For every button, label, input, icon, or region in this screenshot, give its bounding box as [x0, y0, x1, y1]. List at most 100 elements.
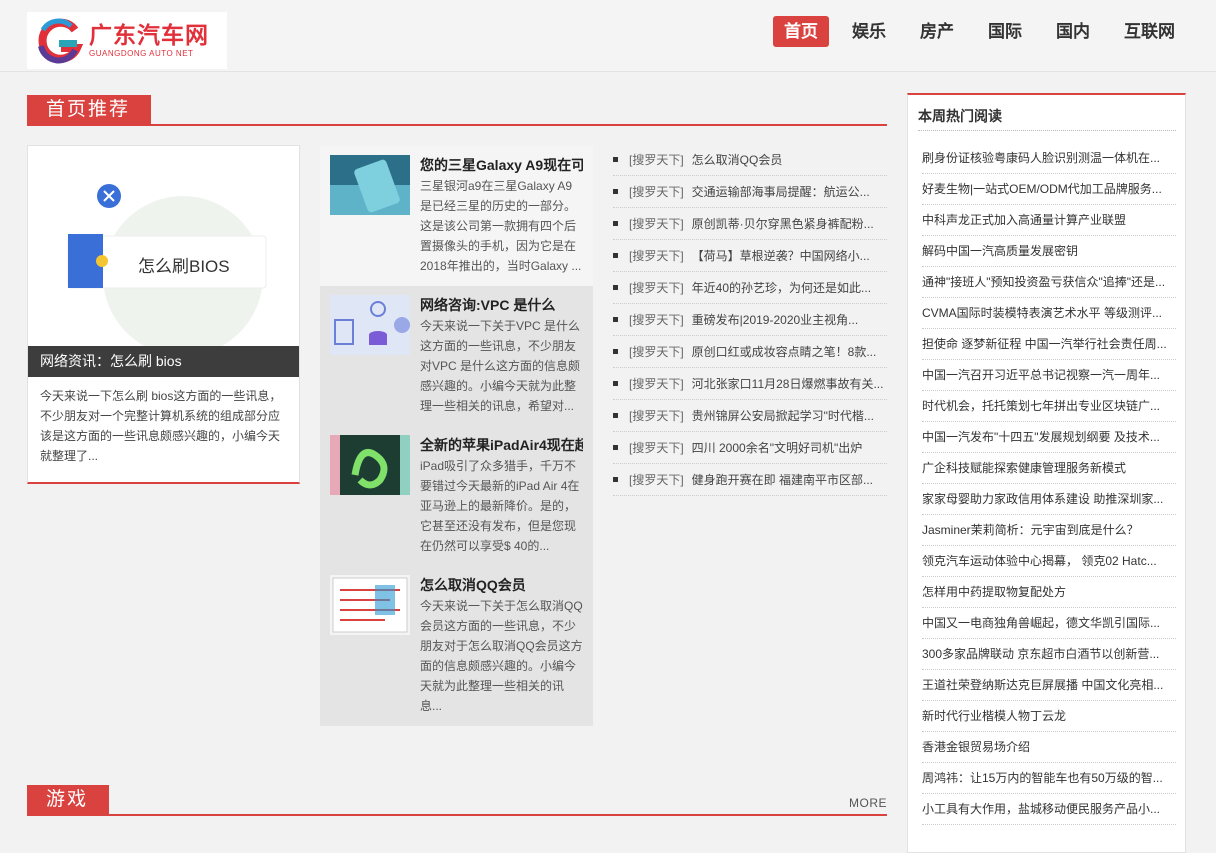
section-header-home: 首页推荐	[27, 95, 887, 126]
bullet-icon	[613, 445, 618, 451]
bullet-icon	[613, 189, 618, 195]
feature-image: 怎么刷BIOS	[28, 146, 299, 346]
link-source: [搜罗天下]	[629, 313, 684, 327]
sidebar-item[interactable]: Jasminer茉莉简析：元宇宙到底是什么？	[922, 515, 1176, 546]
sidebar-item[interactable]: 王道社荣登纳斯达克巨屏展播 中国文化亮相...	[922, 670, 1176, 701]
thumbnail-image	[330, 295, 410, 355]
sidebar-item[interactable]: 解码中国一汽高质量发展密钥	[922, 236, 1176, 267]
bullet-icon	[613, 381, 618, 387]
bullet-icon	[613, 413, 618, 419]
bullet-icon	[613, 317, 618, 323]
bullet-icon	[613, 157, 618, 163]
bullet-icon	[613, 285, 618, 291]
bullet-icon	[613, 221, 618, 227]
more-link[interactable]: MORE	[849, 796, 887, 810]
main-nav: 首页 娱乐 房产 国际 国内 互联网	[761, 16, 1186, 47]
section-title: 首页推荐	[27, 95, 152, 126]
link-source: [搜罗天下]	[629, 473, 684, 487]
sidebar-item[interactable]: 中国一汽发布"十四五"发展规划纲要 及技术...	[922, 422, 1176, 453]
link-item[interactable]: [搜罗天下] 怎么取消QQ会员	[613, 144, 887, 176]
nav-internet[interactable]: 互联网	[1113, 16, 1186, 47]
link-item[interactable]: [搜罗天下] 健身跑开赛在即 福建南平市区部...	[613, 464, 887, 496]
bullet-icon	[613, 477, 618, 483]
link-source: [搜罗天下]	[629, 185, 684, 199]
list-item[interactable]: 您的三星Galaxy A9现在可以享受 三星银河a9在三星Galaxy A9是已…	[320, 146, 593, 286]
link-item[interactable]: [搜罗天下] 原创凯蒂·贝尔穿黑色紧身裤配粉...	[613, 208, 887, 240]
list-item-title: 网络咨询:VPC 是什么	[420, 297, 556, 313]
link-title: 重磅发布|2019-2020业主视角...	[691, 313, 859, 327]
site-logo[interactable]: 广东汽车网 GUANGDONG AUTO NET	[27, 12, 227, 69]
link-item[interactable]: [搜罗天下] 原创口红或成妆容点睛之笔！8款...	[613, 336, 887, 368]
main-content: 首页推荐 怎么刷BIOS 网络资讯：怎么刷 bios 今天来说一下怎么刷 bio…	[27, 95, 887, 816]
link-title: 贵州锦屏公安局掀起学习"时代楷...	[691, 409, 874, 423]
sidebar-item[interactable]: 担使命 逐梦新征程 中国一汽举行社会责任周...	[922, 329, 1176, 360]
link-title: 健身跑开赛在即 福建南平市区部...	[691, 473, 874, 487]
nav-domestic[interactable]: 国内	[1045, 16, 1101, 47]
sidebar-item[interactable]: 怎样用中药提取物复配处方	[922, 577, 1176, 608]
sidebar-item[interactable]: 时代机会，托托策划七年拼出专业区块链广...	[922, 391, 1176, 422]
sidebar-item[interactable]: 中国又一电商独角兽崛起，德文华凯引国际...	[922, 608, 1176, 639]
link-item[interactable]: [搜罗天下] 河北张家口11月28日爆燃事故有关...	[613, 368, 887, 400]
link-item[interactable]: [搜罗天下] 年近40的孙艺珍，为何还是如此...	[613, 272, 887, 304]
link-source: [搜罗天下]	[629, 249, 684, 263]
list-item[interactable]: 全新的苹果iPadAir4现在超值 iPad吸引了众多猎手，千万不要错过今天最新…	[320, 426, 593, 566]
sidebar-item[interactable]: 香港金银贸易场介绍	[922, 732, 1176, 763]
link-title: 河北张家口11月28日爆燃事故有关...	[691, 377, 884, 391]
link-item[interactable]: [搜罗天下] 四川 2000余名"文明好司机"出炉	[613, 432, 887, 464]
nav-entertainment[interactable]: 娱乐	[841, 16, 897, 47]
sidebar-list: 刷身份证核验粤康码人脸识别测温一体机在... 好麦生物|一站式OEM/ODM代加…	[922, 143, 1176, 825]
link-title: 交通运输部海事局提醒：航运公...	[691, 185, 870, 199]
bullet-icon	[613, 349, 618, 355]
thumbnail-image	[330, 575, 410, 635]
site-header: 广东汽车网 GUANGDONG AUTO NET 首页 娱乐 房产 国际 国内 …	[0, 0, 1216, 72]
link-title: 原创凯蒂·贝尔穿黑色紧身裤配粉...	[691, 217, 874, 231]
section-title: 游戏	[27, 785, 110, 816]
sidebar-item[interactable]: 刷身份证核验粤康码人脸识别测温一体机在...	[922, 143, 1176, 174]
sidebar-item[interactable]: 新时代行业楷模人物丁云龙	[922, 701, 1176, 732]
link-source: [搜罗天下]	[629, 377, 684, 391]
link-item[interactable]: [搜罗天下] 贵州锦屏公安局掀起学习"时代楷...	[613, 400, 887, 432]
sidebar-item[interactable]: 周鸿祎：让15万内的智能车也有50万级的智...	[922, 763, 1176, 794]
link-source: [搜罗天下]	[629, 153, 684, 167]
sidebar-item[interactable]: 中国一汽召开习近平总书记视察一汽一周年...	[922, 360, 1176, 391]
list-item-desc: 今天来说一下关于怎么取消QQ会员这方面的一些讯息，不少朋友对于怎么取消QQ会员这…	[420, 599, 583, 713]
link-item[interactable]: [搜罗天下] 交通运输部海事局提醒：航运公...	[613, 176, 887, 208]
logo-title: 广东汽车网	[89, 22, 209, 48]
link-source: [搜罗天下]	[629, 441, 684, 455]
link-item[interactable]: [搜罗天下] 重磅发布|2019-2020业主视角...	[613, 304, 887, 336]
sidebar-item[interactable]: 领克汽车运动体验中心揭幕， 领克02 Hatc...	[922, 546, 1176, 577]
sidebar-item[interactable]: 小工具有大作用，盐城移动便民服务产品小...	[922, 794, 1176, 825]
middle-news-list: 您的三星Galaxy A9现在可以享受 三星银河a9在三星Galaxy A9是已…	[320, 146, 593, 726]
list-item-title: 全新的苹果iPadAir4现在超值	[420, 437, 583, 453]
logo-g-icon	[31, 16, 87, 66]
sidebar-hot-reads: 本周热门阅读 刷身份证核验粤康码人脸识别测温一体机在... 好麦生物|一站式OE…	[907, 93, 1186, 853]
sidebar-item[interactable]: 通神"接班人"预知投资盈亏获信众"追捧"还是...	[922, 267, 1176, 298]
nav-home[interactable]: 首页	[773, 16, 829, 47]
nav-international[interactable]: 国际	[977, 16, 1033, 47]
feature-card[interactable]: 怎么刷BIOS 网络资讯：怎么刷 bios 今天来说一下怎么刷 bios这方面的…	[27, 145, 300, 484]
section-header-game: 游戏 MORE	[27, 785, 887, 816]
sidebar-item[interactable]: 好麦生物|一站式OEM/ODM代加工品牌服务...	[922, 174, 1176, 205]
list-item[interactable]: 网络咨询:VPC 是什么 今天来说一下关于VPC 是什么这方面的一些讯息，不少朋…	[320, 286, 593, 426]
link-title: 原创口红或成妆容点睛之笔！8款...	[691, 345, 877, 359]
sidebar-item[interactable]: 家家母婴助力家政信用体系建设 助推深圳家...	[922, 484, 1176, 515]
feature-caption: 网络资讯：怎么刷 bios	[28, 346, 299, 377]
nav-realestate[interactable]: 房产	[909, 16, 965, 47]
list-item-desc: 三星银河a9在三星Galaxy A9是已经三星的历史的一部分。这是该公司第一款拥…	[420, 179, 582, 273]
list-item-desc: 今天来说一下关于VPC 是什么这方面的一些讯息，不少朋友对VPC 是什么这方面的…	[420, 319, 581, 413]
sidebar-item[interactable]: 广企科技赋能探索健康管理服务新模式	[922, 453, 1176, 484]
link-title: 年近40的孙艺珍，为何还是如此...	[691, 281, 872, 295]
feature-desc: 今天来说一下怎么刷 bios这方面的一些讯息，不少朋友对一个完整计算机系统的组成…	[40, 389, 282, 463]
list-item-title: 怎么取消QQ会员	[420, 577, 526, 593]
link-source: [搜罗天下]	[629, 345, 684, 359]
sidebar-item[interactable]: CVMA国际时装模特表演艺术水平 等级测评...	[922, 298, 1176, 329]
sidebar-item[interactable]: 300多家品牌联动 京东超市白酒节以创新营...	[922, 639, 1176, 670]
bullet-icon	[613, 253, 618, 259]
link-item[interactable]: [搜罗天下] 【荷马】草根逆袭？中国网络小...	[613, 240, 887, 272]
list-item[interactable]: 怎么取消QQ会员 今天来说一下关于怎么取消QQ会员这方面的一些讯息，不少朋友对于…	[320, 566, 593, 726]
divider	[918, 130, 1176, 131]
sidebar-item[interactable]: 中科声龙正式加入高通量计算产业联盟	[922, 205, 1176, 236]
link-title: 【荷马】草根逆袭？中国网络小...	[691, 249, 870, 263]
list-item-title: 您的三星Galaxy A9现在可以享受	[420, 157, 583, 173]
link-list: [搜罗天下] 怎么取消QQ会员 [搜罗天下] 交通运输部海事局提醒：航运公... […	[613, 144, 887, 496]
